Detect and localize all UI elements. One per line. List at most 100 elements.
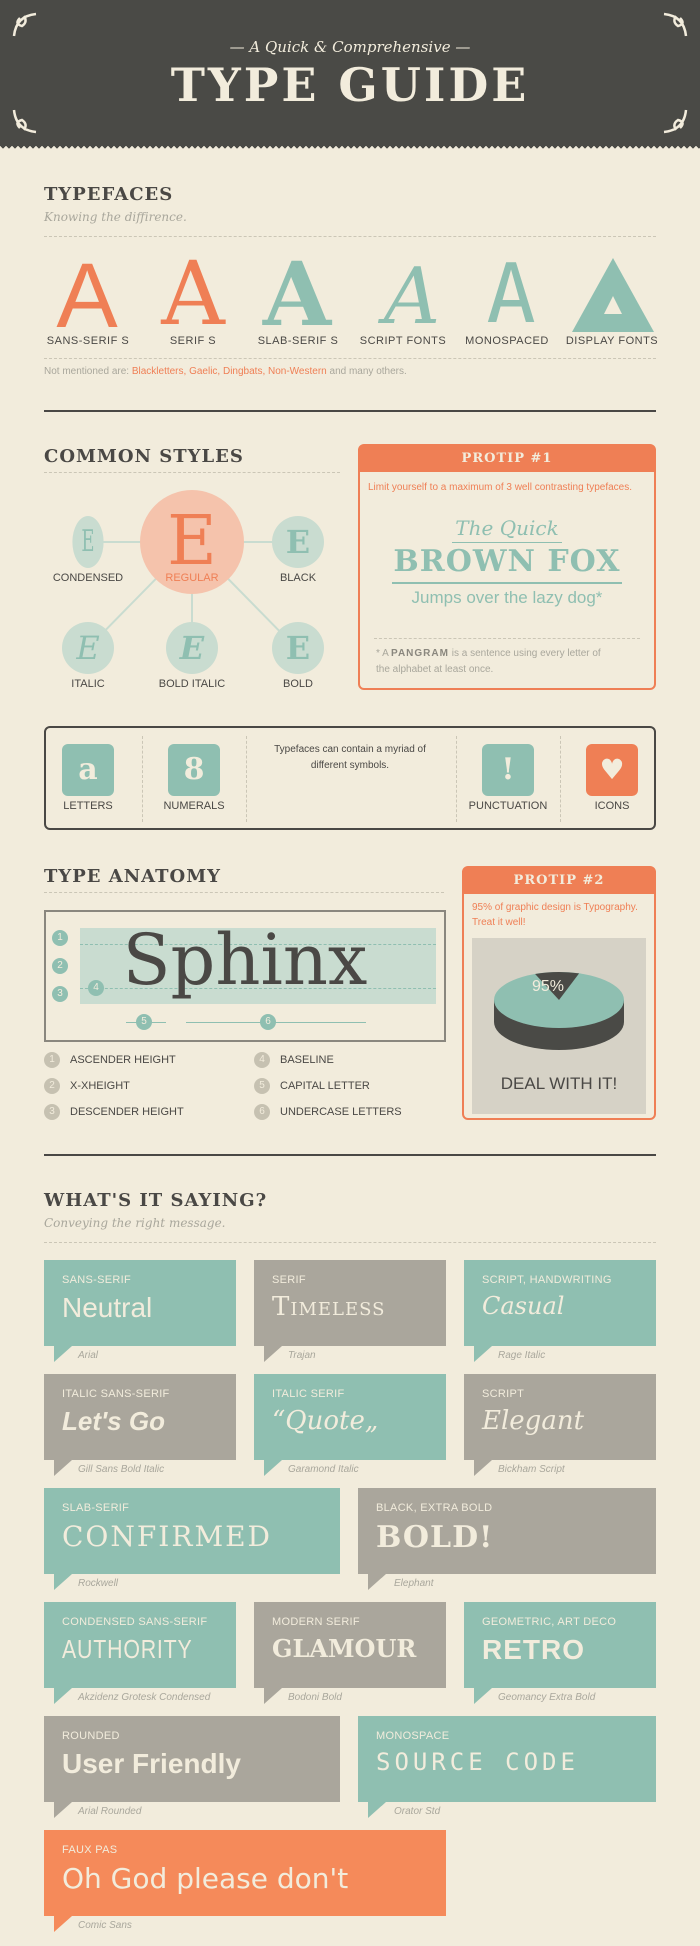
divider [560, 736, 561, 822]
symbols-panel: a LETTERS 8 NUMERALS Typefaces can conta… [44, 726, 656, 830]
bubble-category: ITALIC SANS-SERIF [62, 1388, 170, 1400]
bubble-word: RETRO [482, 1634, 585, 1665]
bubble-tail [474, 1688, 492, 1704]
saying-subtitle: Conveying the right message. [44, 1216, 226, 1230]
bubble-category: SCRIPT, HANDWRITING [482, 1274, 612, 1286]
divider [44, 892, 444, 893]
pie-caption: DEAL WITH IT! [500, 1074, 618, 1093]
divider [246, 736, 247, 822]
header-subtitle: — A Quick & Comprehensive — [229, 38, 471, 56]
monospaced-glyph: A [486, 247, 536, 342]
bubble-category: BLACK, EXTRA BOLD [376, 1502, 493, 1514]
bold-style-glyph: E [272, 622, 324, 674]
page-title: TYPE GUIDE [170, 58, 530, 112]
legend-number: 4 [254, 1052, 270, 1068]
typeface-label: DISPLAY FONTS [565, 335, 659, 347]
legend-label: UNDERCASE LETTERS [280, 1106, 402, 1118]
divider [392, 582, 622, 584]
divider [44, 472, 340, 473]
typeface-label: SCRIPT FONTS [359, 335, 447, 347]
protip-2-line: 95% of graphic design is Typography. [472, 902, 638, 913]
pangram-footnote: * A PANGRAM is a sentence using every le… [376, 646, 646, 678]
black-style-glyph: E [272, 516, 324, 568]
bubble-tail [264, 1688, 282, 1704]
symbol-label: LETTERS [63, 800, 113, 812]
note-text: and many others. [326, 366, 407, 377]
bubble-font-name: Garamond Italic [288, 1464, 359, 1475]
message-bubble: ITALIC SERIF “Quote„ [254, 1374, 446, 1476]
legend-number: 6 [254, 1104, 270, 1120]
sans-serif-glyph: A [56, 245, 118, 347]
bubble-font-name: Gill Sans Bold Italic [78, 1464, 165, 1475]
bubble-tail [264, 1460, 282, 1476]
bubble-word: GLAMOUR [272, 1634, 417, 1663]
bubble-tail [54, 1802, 72, 1818]
style-label: CONDENSED [52, 572, 124, 584]
bubble-word: “Quote„ [272, 1406, 379, 1436]
divider [374, 638, 640, 639]
anatomy-marker: 4 [88, 980, 104, 996]
typefaces-subtitle: Knowing the diffirence. [44, 210, 187, 224]
bubble-category: MODERN SERIF [272, 1616, 360, 1628]
style-label: BOLD ITALIC [158, 678, 226, 690]
bubble-word: Elegant [482, 1406, 585, 1436]
divider [44, 358, 656, 359]
bubble-font-name: Arial [78, 1350, 99, 1361]
message-bubble: SCRIPT, HANDWRITING Casual [464, 1260, 656, 1362]
pangram-line-2: BROWN FOX [393, 544, 621, 579]
footnote-text: is a sentence using every letter of [448, 648, 601, 659]
bubble-word: BOLD! [376, 1520, 494, 1555]
bubble-word: Timeless [272, 1292, 386, 1322]
condensed-style-glyph: E [72, 516, 104, 568]
header-zigzag-edge [0, 146, 700, 152]
protip-1-text: Limit yourself to a maximum of 3 well co… [368, 482, 632, 493]
style-label: ITALIC [71, 678, 105, 690]
bubble-font-name: Bodoni Bold [288, 1692, 342, 1703]
bubble-font-name: Trajan [288, 1350, 316, 1361]
bubble-category: CONDENSED SANS-SERIF [62, 1616, 208, 1628]
typefaces-title: TYPEFACES [44, 184, 174, 205]
bubble-category: SANS-SERIF [62, 1274, 132, 1286]
bubble-word: CONFIRMED [62, 1520, 273, 1553]
bubble-word: Let's Go [62, 1406, 165, 1436]
divider [44, 1242, 656, 1243]
divider [142, 736, 143, 822]
footnote-text: * A [376, 648, 392, 659]
anatomy-marker: 1 [52, 930, 68, 946]
bubble-word: Casual [482, 1292, 565, 1320]
anatomy-marker: 2 [52, 958, 68, 974]
styles-title: COMMON STYLES [44, 446, 244, 467]
symbol-label: NUMERALS [163, 800, 225, 812]
message-bubble: MONOSPACE SOURCE CODE [358, 1716, 656, 1818]
bubble-tail [54, 1346, 72, 1362]
bubble-category: ITALIC SERIF [272, 1388, 345, 1400]
protip-2-card: PROTIP #2 95% of graphic design is Typog… [462, 866, 656, 1120]
header-banner: — A Quick & Comprehensive — TYPE GUIDE [0, 0, 700, 146]
section-rule [44, 410, 656, 412]
bubble-font-name: Geomancy Extra Bold [498, 1692, 596, 1703]
pangram-line-1: The Quick [455, 516, 559, 540]
bubble-font-name: Orator Std [394, 1806, 441, 1817]
bubble-font-name: Rockwell [78, 1578, 119, 1589]
numerals-tile: 8 [168, 744, 220, 796]
anatomy-marker: 5 [136, 1014, 152, 1030]
legend-number: 5 [254, 1078, 270, 1094]
style-label: BLACK [279, 572, 317, 584]
description-text: different symbols. [310, 760, 390, 771]
slab-serif-glyph: A [262, 242, 332, 346]
legend-label: BASELINE [280, 1054, 334, 1066]
anatomy-word: Sphinx [122, 919, 368, 1001]
message-bubble: SLAB-SERIF CONFIRMED [44, 1488, 340, 1590]
message-bubble: MODERN SERIF GLAMOUR [254, 1602, 446, 1704]
bubble-category: SCRIPT [482, 1388, 525, 1400]
legend-label: CAPITAL LETTER [280, 1080, 370, 1092]
bubble-category: MONOSPACE [376, 1730, 450, 1742]
bubble-word: AUTHORITY [62, 1634, 193, 1664]
guide-line [186, 1022, 366, 1023]
message-bubble: SCRIPT Elegant [464, 1374, 656, 1476]
ornament-icon [663, 12, 688, 37]
bubble-tail [474, 1346, 492, 1362]
pie-chart-panel: 95% DEAL WITH IT! [472, 938, 646, 1114]
anatomy-diagram: Sphinx 1 2 3 4 5 6 [44, 910, 446, 1042]
display-glyph [572, 258, 654, 332]
